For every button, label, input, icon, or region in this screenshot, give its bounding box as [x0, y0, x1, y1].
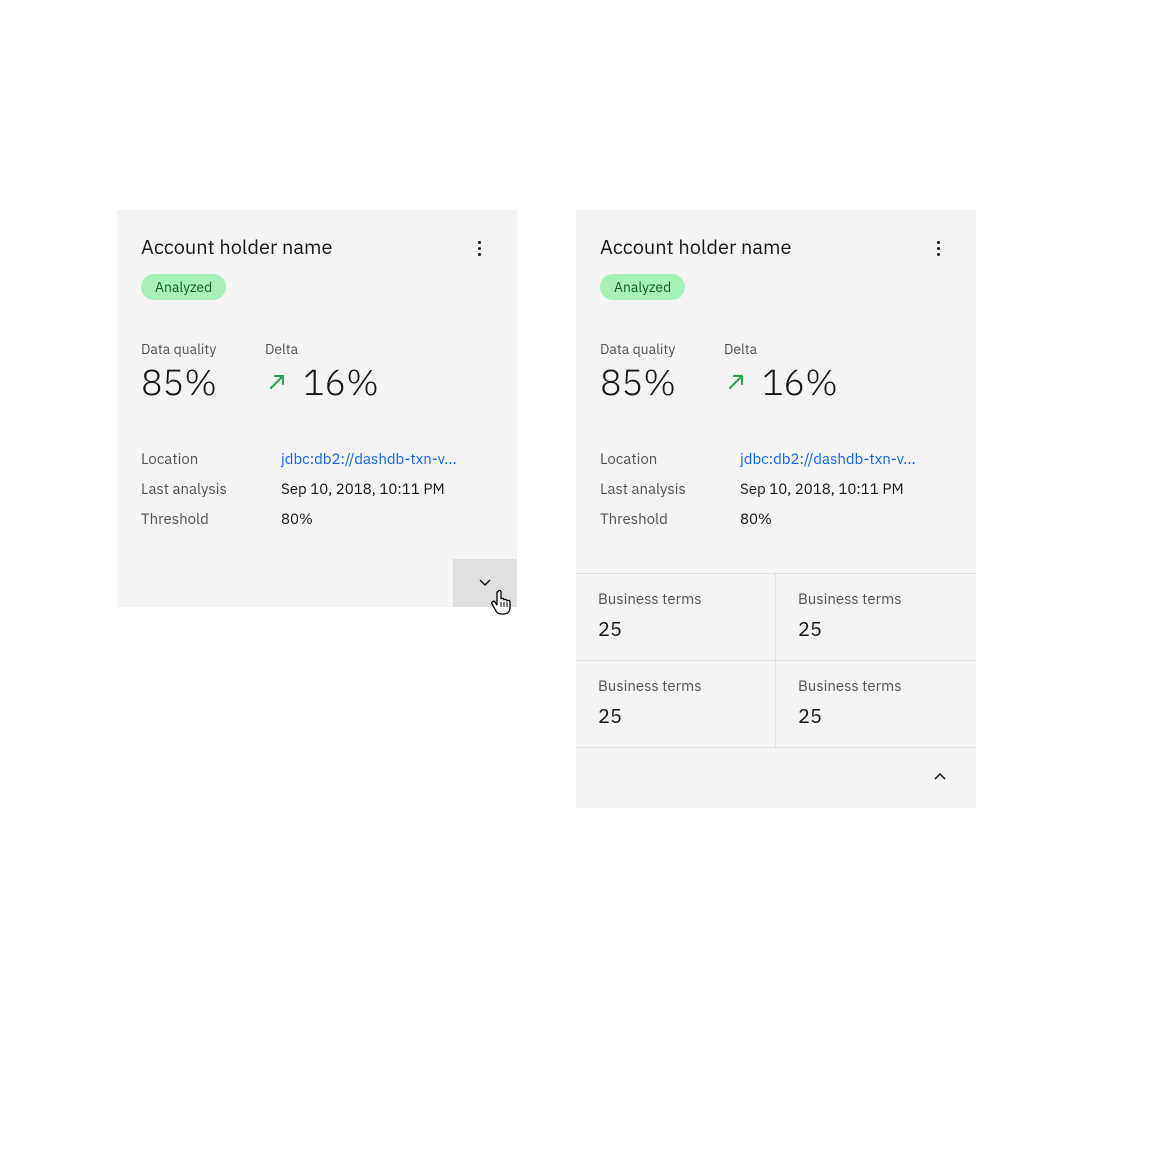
metric-data-quality: Data quality 85% — [141, 340, 217, 403]
expand-button[interactable] — [453, 559, 517, 607]
grid-label: Business terms — [798, 677, 954, 696]
expand-row — [117, 559, 517, 607]
chevron-up-icon — [932, 769, 948, 788]
info-label: Threshold — [141, 505, 281, 535]
grid-value: 25 — [798, 615, 954, 642]
info-rows: Location jdbc:db2://dashdb-txn-v... Last… — [576, 403, 976, 535]
delta-number: 16% — [762, 360, 838, 403]
data-asset-card-collapsed: Account holder name Analyzed Data qualit… — [117, 210, 517, 607]
info-row-threshold: Threshold 80% — [600, 505, 952, 535]
info-row-threshold: Threshold 80% — [141, 505, 493, 535]
delta-number: 16% — [303, 360, 379, 403]
info-value: 80% — [740, 505, 772, 535]
location-link[interactable]: jdbc:db2://dashdb-txn-v... — [281, 445, 457, 475]
business-terms-grid: Business terms 25 Business terms 25 Busi… — [576, 573, 976, 748]
info-label: Last analysis — [600, 475, 740, 505]
status-tag: Analyzed — [141, 274, 226, 300]
overflow-menu-icon — [937, 241, 940, 256]
info-rows: Location jdbc:db2://dashdb-txn-v... Last… — [117, 403, 517, 559]
grid-cell: Business terms 25 — [576, 574, 776, 661]
metric-value: 85% — [600, 360, 676, 403]
overflow-menu-icon — [478, 241, 481, 256]
grid-cell: Business terms 25 — [776, 574, 976, 661]
metric-data-quality: Data quality 85% — [600, 340, 676, 403]
metric-label: Delta — [265, 340, 379, 358]
metric-value: 16% — [724, 360, 838, 403]
grid-value: 25 — [598, 615, 753, 642]
metric-delta: Delta 16% — [265, 340, 379, 403]
grid-cell: Business terms 25 — [776, 661, 976, 748]
grid-label: Business terms — [598, 590, 753, 609]
metric-label: Delta — [724, 340, 838, 358]
collapse-button[interactable] — [924, 762, 956, 794]
metric-value: 16% — [265, 360, 379, 403]
grid-label: Business terms — [598, 677, 753, 696]
overflow-menu-button[interactable] — [463, 232, 495, 264]
info-label: Threshold — [600, 505, 740, 535]
metric-label: Data quality — [600, 340, 676, 358]
metrics-row: Data quality 85% Delta 16% — [576, 300, 976, 403]
info-row-last-analysis: Last analysis Sep 10, 2018, 10:11 PM — [600, 475, 952, 505]
info-row-location: Location jdbc:db2://dashdb-txn-v... — [600, 445, 952, 475]
info-value: Sep 10, 2018, 10:11 PM — [281, 475, 445, 505]
info-label: Location — [600, 445, 740, 475]
grid-value: 25 — [798, 702, 954, 729]
arrow-up-right-icon — [265, 370, 289, 394]
info-row-location: Location jdbc:db2://dashdb-txn-v... — [141, 445, 493, 475]
metric-label: Data quality — [141, 340, 217, 358]
card-title: Account holder name — [600, 234, 952, 260]
arrow-up-right-icon — [724, 370, 748, 394]
grid-cell: Business terms 25 — [576, 661, 776, 748]
info-label: Location — [141, 445, 281, 475]
metrics-row: Data quality 85% Delta 16% — [117, 300, 517, 403]
data-asset-card-expanded: Account holder name Analyzed Data qualit… — [576, 210, 976, 808]
info-label: Last analysis — [141, 475, 281, 505]
collapse-row — [576, 748, 976, 808]
metric-value: 85% — [141, 360, 217, 403]
info-value: Sep 10, 2018, 10:11 PM — [740, 475, 904, 505]
metric-delta: Delta 16% — [724, 340, 838, 403]
info-value: 80% — [281, 505, 313, 535]
status-tag: Analyzed — [600, 274, 685, 300]
overflow-menu-button[interactable] — [922, 232, 954, 264]
info-row-last-analysis: Last analysis Sep 10, 2018, 10:11 PM — [141, 475, 493, 505]
grid-label: Business terms — [798, 590, 954, 609]
card-header: Account holder name Analyzed — [576, 210, 976, 300]
card-title: Account holder name — [141, 234, 493, 260]
location-link[interactable]: jdbc:db2://dashdb-txn-v... — [740, 445, 916, 475]
chevron-down-icon — [477, 574, 493, 593]
grid-value: 25 — [598, 702, 753, 729]
card-header: Account holder name Analyzed — [117, 210, 517, 300]
